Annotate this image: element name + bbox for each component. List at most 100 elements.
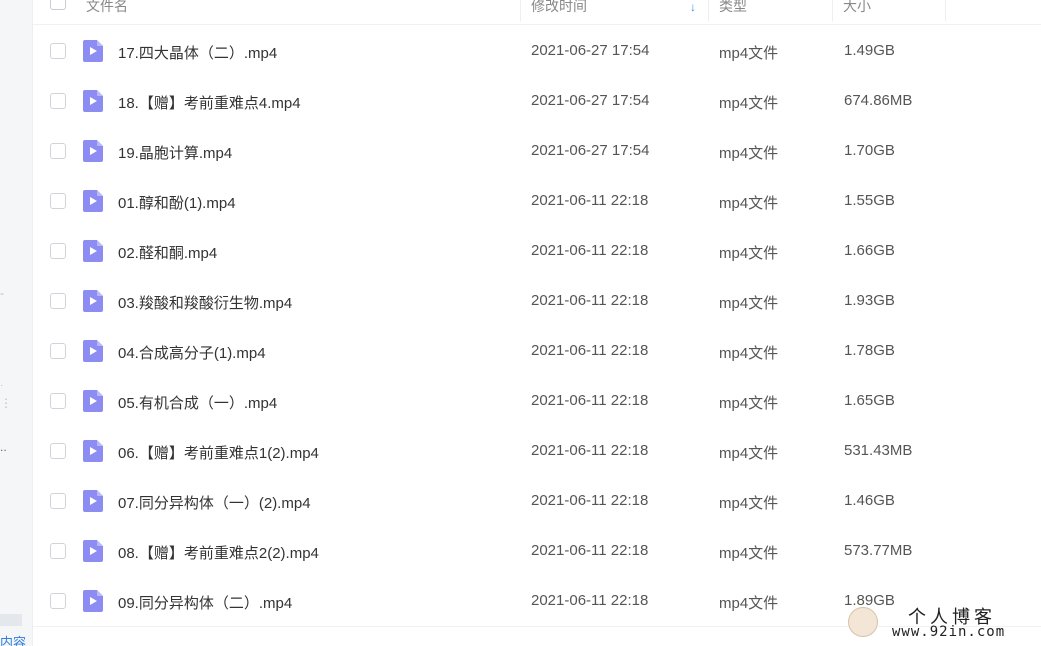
file-row[interactable]: 07.同分异构体（一）(2).mp4 2021-06-11 22:18 mp4文件 1… — [33, 476, 1041, 526]
file-row[interactable]: 06.【赠】考前重难点1(2).mp4 2021-06-11 22:18 mp4文件… — [33, 426, 1041, 476]
video-file-icon — [83, 390, 103, 412]
file-row[interactable]: 19.晶胞计算.mp4 2021-06-27 17:54 mp4文件 1.70GB — [33, 126, 1041, 176]
column-header-type[interactable]: 类型 — [708, 0, 832, 21]
file-type: mp4文件 — [719, 145, 779, 162]
column-header-name[interactable]: 文件名 — [76, 0, 128, 21]
video-file-icon — [83, 440, 103, 462]
file-name[interactable]: 08.【赠】考前重难点2(2).mp4 — [118, 542, 319, 563]
file-name[interactable]: 02.醛和酮.mp4 — [118, 242, 217, 263]
file-modified-time: 2021-06-11 22:18 — [531, 342, 649, 359]
video-file-icon — [83, 90, 103, 112]
file-type: mp4文件 — [719, 295, 779, 312]
row-checkbox[interactable] — [50, 493, 66, 509]
video-file-icon — [83, 290, 103, 312]
file-type: mp4文件 — [719, 345, 779, 362]
file-size: 1.55GB — [844, 192, 895, 209]
file-modified-time: 2021-06-11 22:18 — [531, 592, 649, 609]
file-name[interactable]: 01.醇和酚(1).mp4 — [118, 192, 236, 213]
file-type: mp4文件 — [719, 395, 779, 412]
row-checkbox[interactable] — [50, 143, 66, 159]
watermark-avatar-icon — [848, 607, 878, 637]
file-type: mp4文件 — [719, 545, 779, 562]
row-checkbox[interactable] — [50, 93, 66, 109]
sidebar-ellipsis[interactable]: .. — [0, 440, 7, 454]
file-size: 1.65GB — [844, 392, 895, 409]
row-checkbox[interactable] — [50, 193, 66, 209]
file-size: 531.43MB — [844, 442, 913, 459]
file-type: mp4文件 — [719, 495, 779, 512]
file-name[interactable]: 05.有机合成（一）.mp4 — [118, 392, 277, 413]
file-row[interactable]: 03.羧酸和羧酸衍生物.mp4 2021-06-11 22:18 mp4文件 1.93… — [33, 276, 1041, 326]
file-size: 1.49GB — [844, 42, 895, 59]
file-name[interactable]: 03.羧酸和羧酸衍生物.mp4 — [118, 292, 292, 313]
video-file-icon — [83, 240, 103, 262]
file-size: 1.46GB — [844, 492, 895, 509]
file-name[interactable]: 17.四大晶体（二）.mp4 — [118, 42, 277, 63]
file-name[interactable]: 04.合成高分子(1).mp4 — [118, 342, 266, 363]
row-checkbox[interactable] — [50, 443, 66, 459]
file-modified-time: 2021-06-11 22:18 — [531, 392, 649, 409]
sidebar: - · ⋮ .. 内容 — [0, 0, 33, 646]
row-checkbox[interactable] — [50, 593, 66, 609]
file-row[interactable]: 02.醛和酮.mp4 2021-06-11 22:18 mp4文件 1.66GB — [33, 226, 1041, 276]
video-file-icon — [83, 340, 103, 362]
file-type: mp4文件 — [719, 95, 779, 112]
row-checkbox[interactable] — [50, 543, 66, 559]
select-all-checkbox[interactable] — [50, 0, 66, 10]
video-file-icon — [83, 540, 103, 562]
file-type: mp4文件 — [719, 445, 779, 462]
row-checkbox[interactable] — [50, 393, 66, 409]
file-type: mp4文件 — [719, 45, 779, 62]
sidebar-storage-bar — [0, 614, 22, 626]
video-file-icon — [83, 140, 103, 162]
sort-descending-icon[interactable]: ↓ — [690, 0, 696, 14]
video-file-icon — [83, 490, 103, 512]
file-row[interactable]: 04.合成高分子(1).mp4 2021-06-11 22:18 mp4文件 1.78… — [33, 326, 1041, 376]
file-row[interactable]: 01.醇和酚(1).mp4 2021-06-11 22:18 mp4文件 1.55GB — [33, 176, 1041, 226]
file-modified-time: 2021-06-11 22:18 — [531, 292, 649, 309]
video-file-icon — [83, 40, 103, 62]
file-name[interactable]: 06.【赠】考前重难点1(2).mp4 — [118, 442, 319, 463]
file-size: 674.86MB — [844, 92, 913, 109]
file-name[interactable]: 09.同分异构体（二）.mp4 — [118, 592, 292, 613]
file-modified-time: 2021-06-11 22:18 — [531, 242, 649, 259]
file-name[interactable]: 19.晶胞计算.mp4 — [118, 142, 232, 163]
watermark-url: www.92in.com — [892, 624, 1006, 640]
row-checkbox[interactable] — [50, 43, 66, 59]
file-size: 573.77MB — [844, 542, 913, 559]
sidebar-more-icon[interactable]: ⋮ — [0, 397, 12, 409]
file-modified-time: 2021-06-11 22:18 — [531, 442, 649, 459]
file-name[interactable]: 07.同分异构体（一）(2).mp4 — [118, 492, 311, 513]
sidebar-mark: - — [0, 286, 4, 300]
video-file-icon — [83, 190, 103, 212]
row-checkbox[interactable] — [50, 293, 66, 309]
file-manager: - · ⋮ .. 内容 文件名 修改时间 ↓ 类型 大小 17.四大晶体（二）.… — [0, 0, 1041, 646]
watermark: 个人博客 www.92in.com — [848, 603, 1038, 643]
sidebar-link[interactable]: 内容 — [0, 632, 28, 646]
file-size: 1.93GB — [844, 292, 895, 309]
sidebar-mark: · — [0, 380, 4, 391]
file-size: 1.70GB — [844, 142, 895, 159]
video-file-icon — [83, 590, 103, 612]
file-size: 1.66GB — [844, 242, 895, 259]
column-header-modified[interactable]: 修改时间 — [520, 0, 708, 21]
file-row[interactable]: 18.【赠】考前重难点4.mp4 2021-06-27 17:54 mp4文件 674… — [33, 76, 1041, 126]
file-modified-time: 2021-06-27 17:54 — [531, 42, 650, 59]
file-row[interactable]: 08.【赠】考前重难点2(2).mp4 2021-06-11 22:18 mp4文件… — [33, 526, 1041, 576]
file-modified-time: 2021-06-11 22:18 — [531, 492, 649, 509]
file-modified-time: 2021-06-11 22:18 — [531, 192, 649, 209]
file-modified-time: 2021-06-27 17:54 — [531, 142, 650, 159]
file-type: mp4文件 — [719, 195, 779, 212]
file-row[interactable]: 05.有机合成（一）.mp4 2021-06-11 22:18 mp4文件 1.65G… — [33, 376, 1041, 426]
file-modified-time: 2021-06-27 17:54 — [531, 92, 650, 109]
file-size: 1.78GB — [844, 342, 895, 359]
file-row[interactable]: 17.四大晶体（二）.mp4 2021-06-27 17:54 mp4文件 1.49G… — [33, 26, 1041, 76]
file-list: 17.四大晶体（二）.mp4 2021-06-27 17:54 mp4文件 1.49G… — [33, 26, 1041, 626]
file-type: mp4文件 — [719, 595, 779, 612]
row-checkbox[interactable] — [50, 343, 66, 359]
file-name[interactable]: 18.【赠】考前重难点4.mp4 — [118, 92, 301, 113]
row-checkbox[interactable] — [50, 243, 66, 259]
file-modified-time: 2021-06-11 22:18 — [531, 542, 649, 559]
column-header-size[interactable]: 大小 — [832, 0, 946, 21]
file-type: mp4文件 — [719, 245, 779, 262]
